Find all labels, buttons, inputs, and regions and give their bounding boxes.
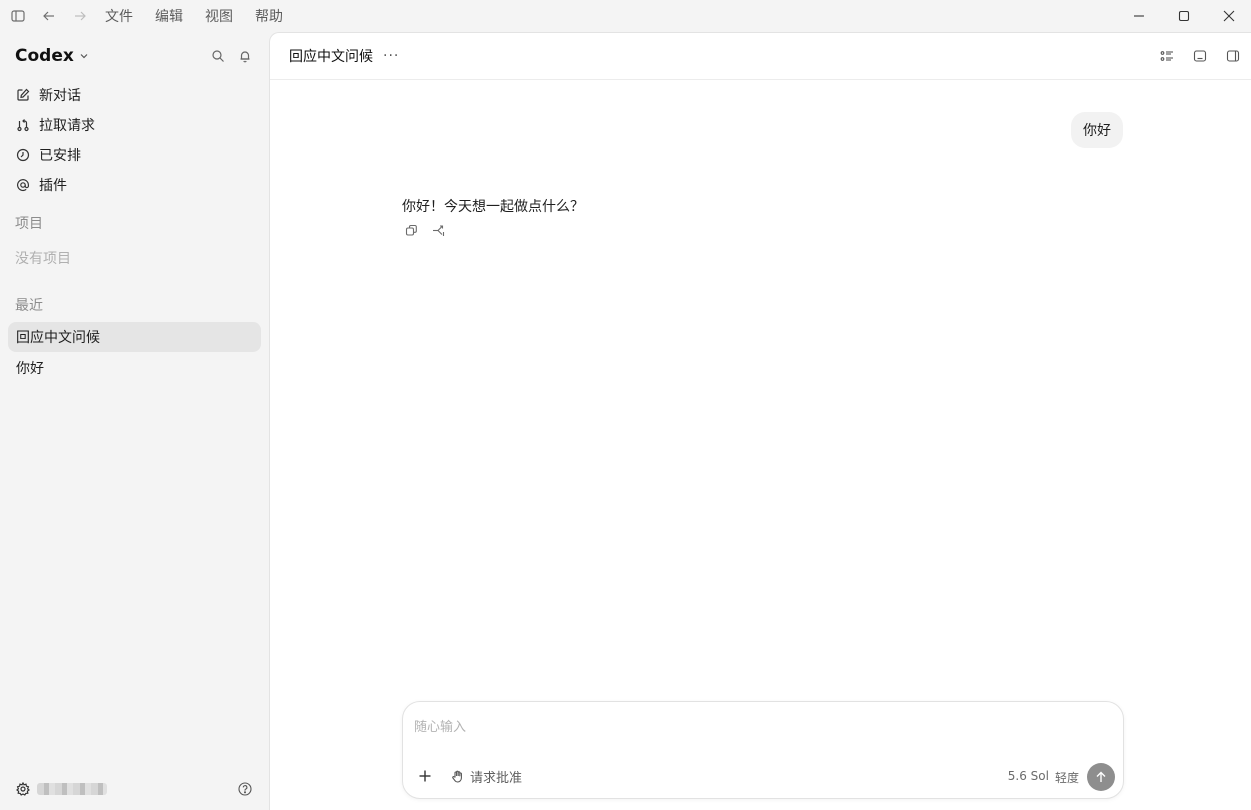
chat-panel: 回应中文问候 ··· 你好 你好！今天想一起做点什么？ 随心输入 请求批准 5.…	[269, 32, 1251, 810]
nav-scheduled[interactable]: 已安排	[0, 140, 269, 170]
menu-edit[interactable]: 编辑	[155, 6, 183, 26]
maximize-button[interactable]	[1161, 0, 1206, 32]
approval-mode-button[interactable]: 请求批准	[450, 767, 522, 786]
back-arrow-icon[interactable]	[41, 8, 57, 24]
no-projects-text: 没有项目	[15, 251, 71, 267]
hand-icon	[450, 770, 464, 784]
minimize-button[interactable]	[1116, 0, 1161, 32]
user-account-name[interactable]	[37, 783, 107, 795]
recent-heading: 最近	[15, 298, 43, 314]
brand-name: Codex	[15, 46, 74, 66]
task-list-icon[interactable]	[1159, 48, 1175, 64]
assistant-message-text: 你好！今天想一起做点什么？	[402, 199, 584, 215]
more-options-button[interactable]: ···	[383, 48, 399, 64]
recent-chat-item[interactable]: 回应中文问候	[8, 322, 261, 352]
menu-file[interactable]: 文件	[105, 6, 133, 26]
copy-icon[interactable]	[404, 223, 418, 237]
nav-label: 已安排	[39, 148, 81, 164]
add-attachment-button[interactable]	[417, 768, 433, 784]
edit-icon	[15, 87, 31, 103]
side-panel-icon[interactable]	[1225, 48, 1241, 64]
fork-icon[interactable]	[431, 223, 445, 237]
user-message-text: 你好	[1083, 123, 1111, 139]
gear-icon[interactable]	[15, 781, 31, 797]
close-window-button[interactable]	[1206, 0, 1251, 32]
recent-chat-title: 回应中文问候	[16, 330, 100, 346]
projects-heading: 项目	[15, 216, 43, 232]
at-icon	[15, 177, 31, 193]
user-message-bubble: 你好	[1071, 112, 1123, 148]
forward-arrow-icon[interactable]	[72, 8, 88, 24]
nav-new-chat[interactable]: 新对话	[0, 80, 269, 110]
terminal-panel-icon[interactable]	[1192, 48, 1208, 64]
nav-pull-requests[interactable]: 拉取请求	[0, 110, 269, 140]
title-bar: 文件 编辑 视图 帮助	[0, 0, 1251, 32]
help-icon[interactable]	[237, 781, 253, 797]
sidebar: Codex 新对话 拉取请求 已安排 插件 项目 没有项目 最近 回应中文问候 …	[0, 32, 269, 810]
composer: 请求批准 5.6 Sol 轻度	[402, 701, 1124, 799]
chat-header: 回应中文问候 ···	[270, 33, 1251, 80]
arrow-up-icon	[1094, 770, 1108, 784]
workspace-switcher[interactable]: Codex	[15, 46, 89, 66]
toggle-sidebar-icon[interactable]	[10, 8, 26, 24]
chat-title[interactable]: 回应中文问候	[289, 46, 373, 66]
approval-label: 请求批准	[470, 771, 523, 786]
message-input[interactable]	[414, 717, 1104, 737]
nav-label: 新对话	[39, 88, 81, 104]
chevron-down-icon	[79, 51, 89, 61]
reasoning-effort: 轻度	[1054, 771, 1079, 785]
pull-request-icon	[15, 117, 31, 133]
message-actions	[404, 223, 458, 237]
nav-plugins[interactable]: 插件	[0, 170, 269, 200]
recent-chat-item[interactable]: 你好	[8, 353, 261, 383]
recent-chat-title: 你好	[16, 361, 44, 377]
clock-icon	[15, 147, 31, 163]
menu-help[interactable]: 帮助	[255, 6, 283, 26]
nav-label: 拉取请求	[39, 118, 95, 134]
bell-icon[interactable]	[237, 48, 253, 64]
model-name: 5.6 Sol	[1007, 769, 1049, 783]
send-button[interactable]	[1087, 763, 1115, 791]
search-icon[interactable]	[210, 48, 226, 64]
nav-label: 插件	[39, 178, 67, 194]
menu-bar: 文件 编辑 视图 帮助	[105, 6, 305, 26]
menu-view[interactable]: 视图	[205, 6, 233, 26]
sidebar-footer	[0, 768, 269, 810]
model-selector[interactable]: 5.6 Sol 轻度	[1002, 769, 1079, 786]
